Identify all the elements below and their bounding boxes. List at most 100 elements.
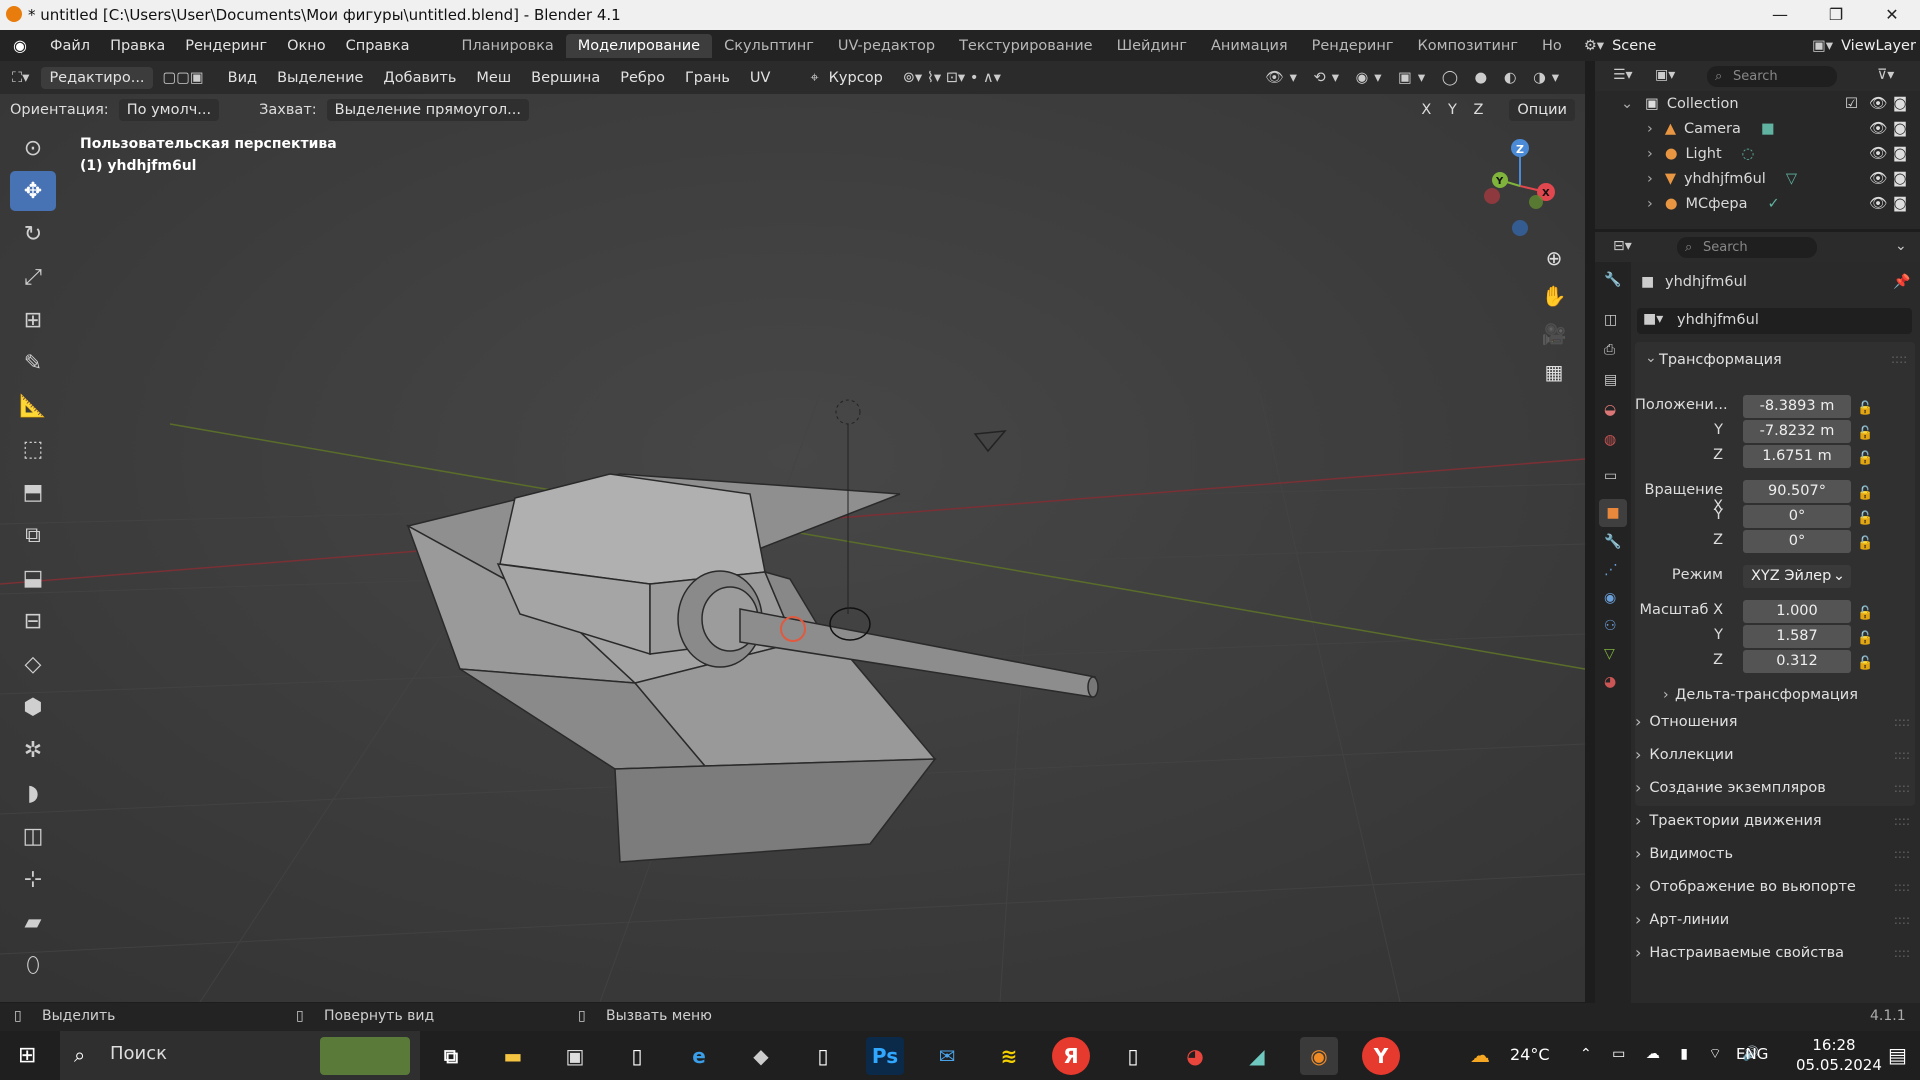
camera-view-icon[interactable]: 🎥 [1538,322,1570,354]
chevron-down-icon[interactable]: ⌄ [1895,238,1907,254]
task-view-icon[interactable]: ⧉ [432,1037,470,1075]
shading-mode-icons[interactable]: 👁▾ ⟲▾ ◉▾ ▣▾ ◯ ● ◐ ◑▾ [1265,69,1565,86]
filter-icon[interactable]: ⊽▾ [1877,67,1894,83]
eye-icon[interactable]: 👁 [1869,170,1887,187]
mirror-x[interactable]: X [1421,102,1437,118]
app-icon[interactable]: ◆ [742,1037,780,1075]
display-mode-icon[interactable]: ▣▾ [1655,67,1675,83]
menu-uv[interactable]: UV [740,70,781,86]
lock-icons-column[interactable]: 🔓 🔓 🔓 [1857,396,1873,471]
outliner-row-collection[interactable]: ⌄ ▣ Collection ☑ 👁 ◙ [1595,91,1920,116]
eye-icon[interactable]: 👁 [1869,145,1887,162]
spin-tool-icon[interactable]: ✲ [10,730,56,770]
notifications-icon[interactable]: ▤ [1888,1043,1907,1067]
outliner-editor-icon[interactable]: ☰▾ [1613,67,1633,83]
knife-tool-icon[interactable]: ◇ [10,644,56,684]
particles-tab-icon[interactable]: ⋰ [1604,562,1618,578]
file-explorer-icon[interactable]: ▬ [494,1037,532,1075]
extrude-tool-icon[interactable]: ⬒ [10,472,56,512]
outliner-row-sphere[interactable]: › ● МСфера ✓ 👁 ◙ [1595,191,1920,216]
section-relations[interactable]: Отношения:::: [1635,706,1920,737]
menu-vertex[interactable]: Вершина [521,70,610,86]
menu-add[interactable]: Добавить [373,70,466,86]
location-y-field[interactable]: -7.8232 m [1743,420,1851,443]
annotate-tool-icon[interactable]: ✎ [10,343,56,383]
delta-transform-section[interactable]: Дельта-трансформация [1675,687,1858,703]
mode-selector[interactable]: Редактиро... [41,66,153,89]
transform-title[interactable]: Трансформация [1659,352,1782,368]
menu-mesh[interactable]: Меш [466,70,521,86]
menu-render[interactable]: Рендеринг [175,38,277,54]
selection-mode-selector[interactable]: Выделение прямоугол... [326,99,530,121]
edge-slide-tool-icon[interactable]: ◫ [10,816,56,856]
material-tab-icon[interactable]: ◕ [1604,674,1616,690]
transform-pivot-cursor[interactable]: Курсор [819,70,893,86]
app-teal-icon[interactable]: ◢ [1238,1037,1276,1075]
mirror-z[interactable]: Z [1473,102,1489,118]
photoshop-icon[interactable]: Ps [866,1037,904,1075]
bevel-tool-icon[interactable]: ⬓ [10,558,56,598]
shear-tool-icon[interactable]: ▰ [10,902,56,942]
menu-edit[interactable]: Правка [100,38,175,54]
notepad-icon[interactable]: ▯ [618,1037,656,1075]
outliner-search-input[interactable]: ⌕ Search [1707,66,1837,87]
menu-view[interactable]: Вид [218,70,267,86]
output-tab-icon[interactable]: ⎙ [1604,342,1615,358]
cursor-tool-icon[interactable]: ⊙ [10,128,56,168]
tab-texture-paint[interactable]: Текстурирование [947,34,1105,58]
chevron-right-icon[interactable]: › [1663,687,1669,703]
options-dropdown[interactable]: Опции [1509,99,1575,121]
data-tab-icon[interactable]: ▽ [1604,646,1615,662]
camera-render-icon[interactable]: ◙ [1893,196,1907,212]
language-indicator[interactable]: ENG [1736,1045,1768,1063]
modifier-tab-icon[interactable]: 🔧 [1604,534,1621,550]
tab-compositing[interactable]: Композитинг [1405,34,1530,58]
minimize-button[interactable]: — [1752,0,1808,30]
clock-date[interactable]: 05.05.2024 [1796,1056,1882,1074]
tab-sculpting[interactable]: Скульптинг [712,34,826,58]
document-icon[interactable]: ▯ [804,1037,842,1075]
loop-cut-tool-icon[interactable]: ⊟ [10,601,56,641]
mirror-y[interactable]: Y [1448,102,1463,118]
menu-file[interactable]: Файл [40,38,100,54]
eye-icon[interactable]: 👁 [1869,120,1887,137]
weather-temp[interactable]: 24°C [1510,1045,1550,1064]
3d-viewport[interactable]: Пользовательская перспектива (1) yhdhjfm… [0,94,1585,1002]
yandex-browser-icon[interactable]: Y [1362,1037,1400,1075]
edge-browser-icon[interactable]: e [680,1037,718,1075]
section-motion-paths[interactable]: Траектории движения:::: [1635,805,1920,836]
tab-uv-editing[interactable]: UV-редактор [826,34,947,58]
mail-icon[interactable]: ✉ [928,1037,966,1075]
rotate-tool-icon[interactable]: ↻ [10,214,56,254]
transform-tool-icon[interactable]: ⊞ [10,300,56,340]
measure-tool-icon[interactable]: 📐 [10,386,56,426]
camera-render-icon[interactable]: ◙ [1893,171,1907,187]
maximize-button[interactable]: ❐ [1808,0,1864,30]
blender-menu-icon[interactable]: ◉ [0,36,40,55]
menu-edge[interactable]: Ребро [610,70,675,86]
scale-y-field[interactable]: 1.587 [1743,625,1851,648]
rotation-x-field[interactable]: 90.507° [1743,480,1851,503]
physics-tab-icon[interactable]: ◉ [1604,590,1616,606]
eye-icon[interactable]: 👁 [1869,195,1887,212]
clock-time[interactable]: 16:28 [1796,1036,1872,1054]
tab-layout[interactable]: Планировка [450,34,566,58]
scale-z-field[interactable]: 0.312 [1743,650,1851,673]
scene-icon[interactable]: ⚙▾ [1584,38,1604,54]
perspective-toggle-icon[interactable]: ▦ [1538,360,1570,392]
object-name-field[interactable]: ■▾ yhdhjfm6ul [1637,308,1912,334]
rotation-y-field[interactable]: 0° [1743,505,1851,528]
camera-render-icon[interactable]: ◙ [1893,146,1907,162]
section-collections[interactable]: Коллекции:::: [1635,739,1920,770]
eye-icon[interactable]: 👁 [1869,95,1887,112]
collection-tab-icon[interactable]: ▭ [1604,468,1617,484]
chevron-down-icon[interactable]: ⌄ [1645,350,1657,366]
section-visibility[interactable]: Видимость:::: [1635,838,1920,869]
properties-editor-icon[interactable]: ⊟▾ [1613,238,1632,254]
camera-render-icon[interactable]: ◙ [1893,121,1907,137]
tab-animation[interactable]: Анимация [1199,34,1300,58]
section-line-art[interactable]: Арт-линии:::: [1635,904,1920,935]
zoom-icon[interactable]: ⊕ [1538,246,1570,278]
lock-icons-scale[interactable]: 🔓 🔓 🔓 [1857,601,1873,676]
add-cube-tool-icon[interactable]: ⬚ [10,429,56,469]
